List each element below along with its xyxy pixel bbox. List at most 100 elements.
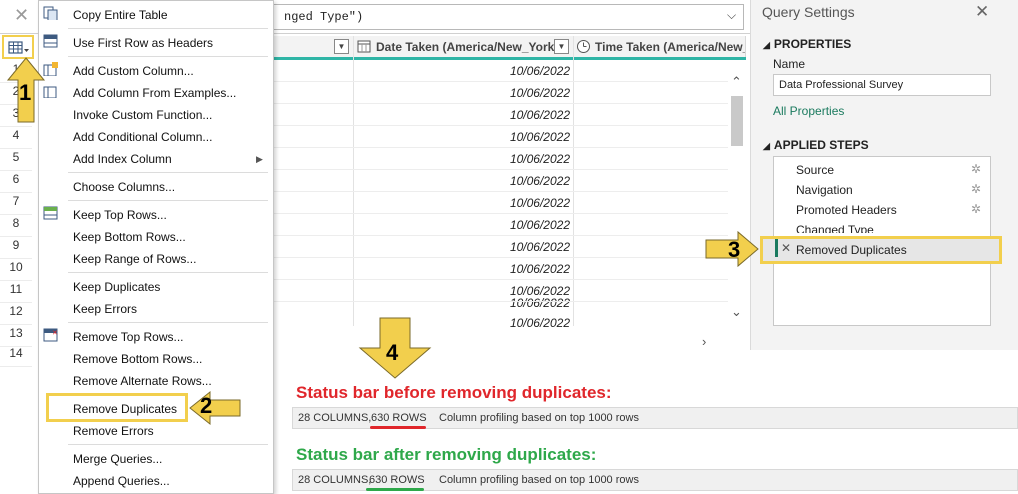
- gear-icon[interactable]: ✲: [971, 182, 981, 196]
- table-cell[interactable]: 10/06/2022: [490, 296, 570, 310]
- menu-item-append-queries[interactable]: Append Queries...: [73, 474, 170, 488]
- table-cell[interactable]: 10/06/2022: [490, 64, 570, 78]
- row-divider: [274, 147, 732, 148]
- row-number: 5: [0, 150, 32, 171]
- gear-icon[interactable]: ✲: [971, 202, 981, 216]
- row-number: 11: [0, 282, 32, 303]
- menu-item-keep-range-of-rows[interactable]: Keep Range of Rows...: [73, 252, 196, 266]
- row-divider: [274, 301, 732, 302]
- menu-item-remove-duplicates[interactable]: Remove Duplicates: [73, 402, 177, 416]
- filter-dropdown-icon[interactable]: ▼: [554, 39, 569, 54]
- scrollbar-thumb[interactable]: [731, 96, 743, 146]
- column-header-time-taken[interactable]: Time Taken (America/New_Yo: [574, 36, 746, 58]
- menu-item-remove-top-rows[interactable]: Remove Top Rows...: [73, 330, 184, 344]
- all-properties-link[interactable]: All Properties: [773, 104, 844, 118]
- close-icon[interactable]: ✕: [975, 2, 989, 22]
- properties-heading[interactable]: ◢ PROPERTIES: [763, 37, 851, 51]
- menu-item-merge-queries[interactable]: Merge Queries...: [73, 452, 162, 466]
- menu-item-keep-top-rows[interactable]: Keep Top Rows...: [73, 208, 167, 222]
- menu-separator: [68, 28, 268, 29]
- row-divider: [274, 213, 732, 214]
- menu-separator: [68, 444, 268, 445]
- row-number: 6: [0, 172, 32, 193]
- menu-separator: [68, 272, 268, 273]
- menu-item-choose-columns[interactable]: Choose Columns...: [73, 180, 175, 194]
- status-rows: 630 ROWS: [369, 474, 425, 486]
- clock-icon: [577, 40, 590, 53]
- menu-item-copy-entire-table[interactable]: Copy Entire Table: [73, 8, 168, 22]
- row-divider: [274, 103, 732, 104]
- callout-number-4: 4: [386, 340, 399, 365]
- table-cell[interactable]: 10/06/2022: [490, 240, 570, 254]
- grid-line: [573, 36, 574, 326]
- menu-separator: [68, 56, 268, 57]
- status-before-title: Status bar before removing duplicates:: [296, 383, 612, 402]
- properties-heading-label: PROPERTIES: [773, 37, 852, 51]
- status-profiling: Column profiling based on top 1000 rows: [439, 412, 639, 424]
- table-cell[interactable]: 10/06/2022: [490, 86, 570, 100]
- menu-item-remove-errors[interactable]: Remove Errors: [73, 424, 154, 438]
- scroll-up-icon[interactable]: ⌃: [731, 74, 742, 90]
- row-number: 4: [0, 128, 32, 149]
- table-cell[interactable]: 10/06/2022: [490, 218, 570, 232]
- menu-item-keep-errors[interactable]: Keep Errors: [73, 302, 137, 316]
- name-label: Name: [773, 57, 806, 71]
- row-divider: [274, 235, 732, 236]
- menu-item-add-conditional-column[interactable]: Add Conditional Column...: [73, 130, 212, 144]
- menu-item-remove-bottom-rows[interactable]: Remove Bottom Rows...: [73, 352, 202, 366]
- menu-separator: [68, 322, 268, 323]
- scroll-down-icon[interactable]: ⌄: [731, 304, 742, 320]
- step-source[interactable]: Source: [796, 163, 834, 177]
- table-icon: [8, 41, 29, 54]
- menu-item-invoke-custom-function[interactable]: Invoke Custom Function...: [73, 108, 212, 122]
- copy-table-icon: [43, 6, 58, 20]
- step-navigation[interactable]: Navigation: [796, 183, 853, 197]
- table-cell[interactable]: 10/06/2022: [490, 316, 570, 330]
- menu-item-use-first-row-as-headers[interactable]: Use First Row as Headers: [73, 36, 213, 50]
- row-number: 9: [0, 238, 32, 259]
- table-cell[interactable]: 10/06/2022: [490, 108, 570, 122]
- menu-item-remove-alternate-rows[interactable]: Remove Alternate Rows...: [73, 374, 212, 388]
- column-header-date-taken[interactable]: Date Taken (America/New_York): [354, 36, 574, 58]
- row-number: 12: [0, 304, 32, 325]
- menu-item-keep-duplicates[interactable]: Keep Duplicates: [73, 280, 160, 294]
- expand-formula-icon[interactable]: ⌵: [727, 8, 736, 23]
- submenu-arrow-icon: ▶: [256, 154, 263, 164]
- delete-step-icon[interactable]: ✕: [781, 241, 791, 255]
- menu-item-add-column-from-examples[interactable]: Add Column From Examples...: [73, 86, 236, 100]
- step-changed-type[interactable]: Changed Type: [796, 223, 874, 233]
- rows-underline-red: [370, 426, 426, 429]
- query-name-value: Data Professional Survey: [779, 79, 904, 91]
- status-rows: 630 ROWS: [371, 412, 427, 424]
- remove-top-rows-icon: ✕: [43, 328, 58, 342]
- status-columns: 28 COLUMNS,: [298, 474, 372, 486]
- table-cell[interactable]: 10/06/2022: [490, 130, 570, 144]
- row-divider: [274, 169, 732, 170]
- menu-item-add-custom-column[interactable]: Add Custom Column...: [73, 64, 194, 78]
- row-number: 8: [0, 216, 32, 237]
- status-after-title: Status bar after removing duplicates:: [296, 445, 597, 464]
- status-columns: 28 COLUMNS,: [298, 412, 372, 424]
- column-header-label: Time Taken (America/New_Yo: [595, 40, 745, 54]
- row-divider: [274, 81, 732, 82]
- collapse-triangle-icon: ◢: [763, 40, 770, 50]
- step-removed-duplicates[interactable]: Removed Duplicates: [796, 243, 907, 257]
- row-number: 13: [0, 326, 32, 347]
- close-icon[interactable]: ✕: [14, 5, 29, 26]
- row-divider: [274, 191, 732, 192]
- table-cell[interactable]: 10/06/2022: [490, 174, 570, 188]
- table-cell[interactable]: 10/06/2022: [490, 196, 570, 210]
- scroll-right-icon[interactable]: ›: [702, 334, 706, 349]
- applied-steps-heading-label: APPLIED STEPS: [773, 138, 869, 152]
- menu-item-keep-bottom-rows[interactable]: Keep Bottom Rows...: [73, 230, 186, 244]
- step-promoted-headers[interactable]: Promoted Headers: [796, 203, 897, 217]
- table-cell[interactable]: 10/06/2022: [490, 152, 570, 166]
- menu-item-add-index-column[interactable]: Add Index Column: [73, 152, 172, 166]
- filter-dropdown-icon[interactable]: ▼: [334, 39, 349, 54]
- calendar-icon: [357, 40, 371, 53]
- gear-icon[interactable]: ✲: [971, 162, 981, 176]
- row-number: 10: [0, 260, 32, 281]
- grid-line: [353, 36, 354, 326]
- table-cell[interactable]: 10/06/2022: [490, 262, 570, 276]
- applied-steps-heading[interactable]: ◢ APPLIED STEPS: [763, 138, 869, 152]
